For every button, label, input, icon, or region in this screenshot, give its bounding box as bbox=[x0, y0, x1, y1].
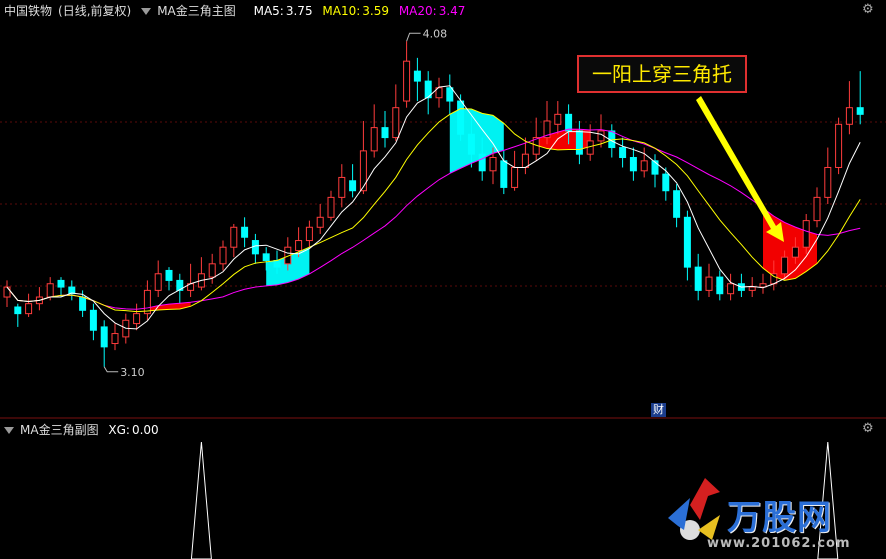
candle-body bbox=[629, 157, 637, 172]
candle-body bbox=[683, 216, 691, 268]
candle-body bbox=[565, 113, 573, 132]
candle-body bbox=[381, 127, 389, 139]
gridlines bbox=[0, 121, 886, 287]
dropdown-icon[interactable] bbox=[4, 426, 14, 434]
candle-body bbox=[716, 276, 724, 295]
candle-body bbox=[3, 286, 11, 298]
candle-body bbox=[457, 100, 465, 135]
indicator-name[interactable]: MA金三角主图 bbox=[157, 4, 236, 18]
candle-body bbox=[694, 266, 702, 291]
candle-body bbox=[143, 289, 151, 315]
candle-body bbox=[165, 269, 173, 281]
candle-body bbox=[25, 303, 33, 315]
xg-value: 0.00 bbox=[131, 423, 159, 437]
candle-body bbox=[262, 253, 270, 261]
logo-text: 万股网 bbox=[727, 498, 832, 538]
candle-body bbox=[46, 283, 54, 298]
candle-body bbox=[673, 190, 681, 218]
candle-body bbox=[316, 216, 324, 228]
candle-body bbox=[208, 263, 216, 278]
candle-body bbox=[802, 220, 810, 248]
ma5-value: 3.75 bbox=[285, 4, 313, 18]
candle-body bbox=[305, 226, 313, 242]
candle-body bbox=[133, 313, 141, 325]
gear-icon[interactable]: ⚙ bbox=[862, 3, 876, 17]
candle-body bbox=[359, 150, 367, 192]
candle-body bbox=[370, 127, 378, 152]
candle-body bbox=[100, 326, 108, 348]
min-price-pointer bbox=[103, 366, 119, 373]
candle-body bbox=[327, 196, 335, 218]
ma10-label: MA10: bbox=[322, 4, 361, 18]
chart-area[interactable]: 4.08 3.10 bbox=[0, 0, 886, 559]
candle-body bbox=[111, 333, 119, 345]
dropdown-icon[interactable] bbox=[141, 7, 152, 15]
min-price-label: 3.10 bbox=[120, 366, 145, 379]
candle-body bbox=[781, 256, 789, 275]
candle-body bbox=[824, 166, 832, 198]
logo-arrow-red-icon bbox=[690, 478, 720, 520]
candle-body bbox=[521, 153, 529, 168]
candle-body bbox=[791, 246, 799, 258]
candle-body bbox=[154, 273, 162, 291]
candle-body bbox=[349, 180, 357, 192]
candle-body bbox=[651, 160, 659, 175]
candle-body bbox=[813, 196, 821, 222]
candle-body bbox=[619, 147, 627, 159]
candle-body bbox=[403, 60, 411, 102]
main-header: 中国铁物 (日线,前复权) MA金三角主图 MA5: 3.75 MA10: 3.59 M… bbox=[4, 2, 471, 19]
annotation-arrow bbox=[696, 96, 784, 242]
logo-graphic bbox=[668, 478, 720, 540]
candle-body bbox=[446, 87, 454, 102]
candle-body bbox=[727, 283, 735, 295]
max-price-label: 4.08 bbox=[423, 27, 448, 40]
xg-signal-spike bbox=[190, 441, 212, 559]
ma20-label: MA20: bbox=[398, 4, 437, 18]
candle-body bbox=[500, 160, 508, 188]
candle-body bbox=[662, 173, 670, 192]
max-price-pointer bbox=[406, 32, 421, 42]
ma10-line bbox=[6, 108, 861, 313]
candle-body bbox=[478, 153, 486, 172]
ma20-value: 3.47 bbox=[438, 4, 466, 18]
period-label: (日线,前复权) bbox=[58, 4, 132, 18]
ma5-label: MA5: bbox=[253, 4, 284, 18]
annotation-box: 一阳上穿三角托 bbox=[577, 55, 747, 93]
candle-body bbox=[511, 166, 519, 188]
candle-body bbox=[835, 123, 843, 168]
price-labels: 4.08 3.10 bbox=[103, 27, 448, 379]
stock-name: 中国铁物 bbox=[4, 4, 53, 18]
gear-icon[interactable]: ⚙ bbox=[862, 422, 876, 436]
candle-body bbox=[575, 130, 583, 155]
ma10-value: 3.59 bbox=[362, 4, 389, 18]
candle-body bbox=[413, 70, 421, 82]
candle-body bbox=[489, 157, 497, 172]
arrow-icon bbox=[696, 96, 784, 242]
candle-body bbox=[89, 309, 97, 331]
candle-body bbox=[856, 107, 864, 115]
candle-body bbox=[57, 279, 65, 288]
candle-body bbox=[748, 286, 756, 291]
candle-body bbox=[554, 113, 562, 125]
candle-body bbox=[219, 246, 227, 265]
sub-indicator-name[interactable]: MA金三角副图 bbox=[20, 423, 99, 437]
finance-badge[interactable]: 财 bbox=[651, 403, 666, 417]
candle-body bbox=[467, 133, 475, 155]
sub-header: MA金三角副图 XG: 0.00 bbox=[4, 421, 165, 438]
candle-body bbox=[845, 107, 853, 125]
candle-body bbox=[338, 176, 346, 198]
logo-url: www.201062.com bbox=[707, 536, 851, 551]
candle-body bbox=[79, 296, 87, 311]
candle-body bbox=[392, 107, 400, 139]
candle-body bbox=[14, 306, 22, 315]
candle-body bbox=[230, 226, 238, 248]
xg-label: XG: bbox=[108, 423, 130, 437]
candle-body bbox=[705, 276, 713, 291]
candle-body bbox=[295, 240, 303, 252]
candle-body bbox=[251, 240, 259, 255]
candle-body bbox=[640, 160, 648, 172]
candle-body bbox=[273, 259, 281, 268]
candle-body bbox=[241, 226, 249, 238]
